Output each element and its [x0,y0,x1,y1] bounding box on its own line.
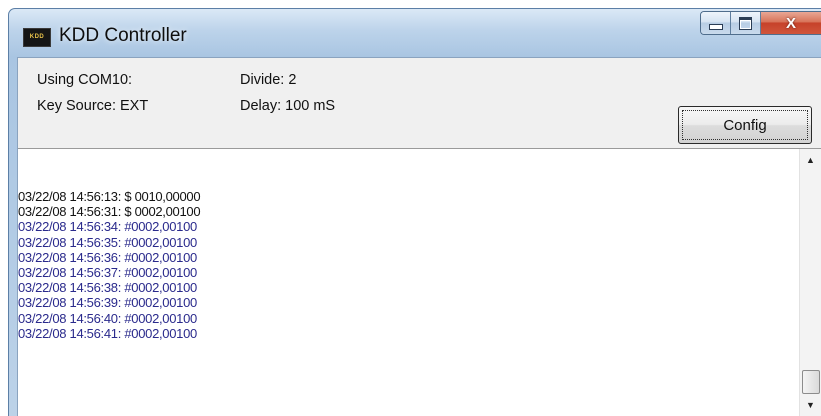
scroll-down-arrow-icon: ▼ [806,400,815,410]
config-button-label: Config [723,116,767,134]
minimize-icon [708,24,723,30]
log-line: 03/22/08 14:56:37: #0002,00100 [18,264,197,280]
log-line: 03/22/08 14:56:34: #0002,00100 [18,219,197,235]
minimize-button[interactable] [701,12,731,34]
window-title: KDD Controller [59,25,187,46]
log-line: 03/22/08 14:56:40: #0002,00100 [18,310,197,326]
scroll-up-button[interactable]: ▲ [800,151,821,169]
log-textbox[interactable]: 03/22/08 14:56:13: $ 0010,00000 03/22/08 … [18,148,821,416]
scroll-up-arrow-icon: ▲ [806,155,815,165]
kdd-controller-window: KDD KDD Controller X Using COM10: Divide… [8,8,821,416]
delay-label: Delay: 100 mS [240,98,336,114]
log-line: 03/22/08 14:56:35: #0002,00100 [18,234,197,250]
scrollbar-thumb[interactable] [802,370,820,394]
key-source-label: Key Source: EXT [37,98,149,114]
scroll-down-button[interactable]: ▼ [800,396,821,414]
app-icon: KDD [23,28,51,47]
log-line: 03/22/08 14:56:41: #0002,00100 [18,325,197,341]
log-lines: 03/22/08 14:56:13: $ 0010,00000 03/22/08 … [18,189,797,341]
vertical-scrollbar[interactable]: ▲ ▼ [799,149,821,416]
divide-label: Divide: 2 [240,72,297,88]
close-button[interactable]: X [761,12,821,34]
title-bar[interactable]: KDD KDD Controller X [9,9,821,57]
config-button[interactable]: Config [678,106,812,144]
log-line: 03/22/08 14:56:36: #0002,00100 [18,249,197,265]
log-line: 03/22/08 14:56:31: $ 0002,00100 [18,204,201,220]
maximize-icon [739,16,752,30]
maximize-button[interactable] [731,12,761,34]
close-icon: X [785,14,796,32]
log-line: 03/22/08 14:56:13: $ 0010,00000 [18,189,201,204]
log-line: 03/22/08 14:56:39: #0002,00100 [18,295,197,311]
status-panel: Using COM10: Divide: 2 Key Source: EXT D… [18,58,821,148]
log-line: 03/22/08 14:56:38: #0002,00100 [18,280,197,296]
client-area: Using COM10: Divide: 2 Key Source: EXT D… [17,57,821,416]
caption-buttons: X [700,11,821,35]
port-label: Using COM10: [37,72,133,88]
